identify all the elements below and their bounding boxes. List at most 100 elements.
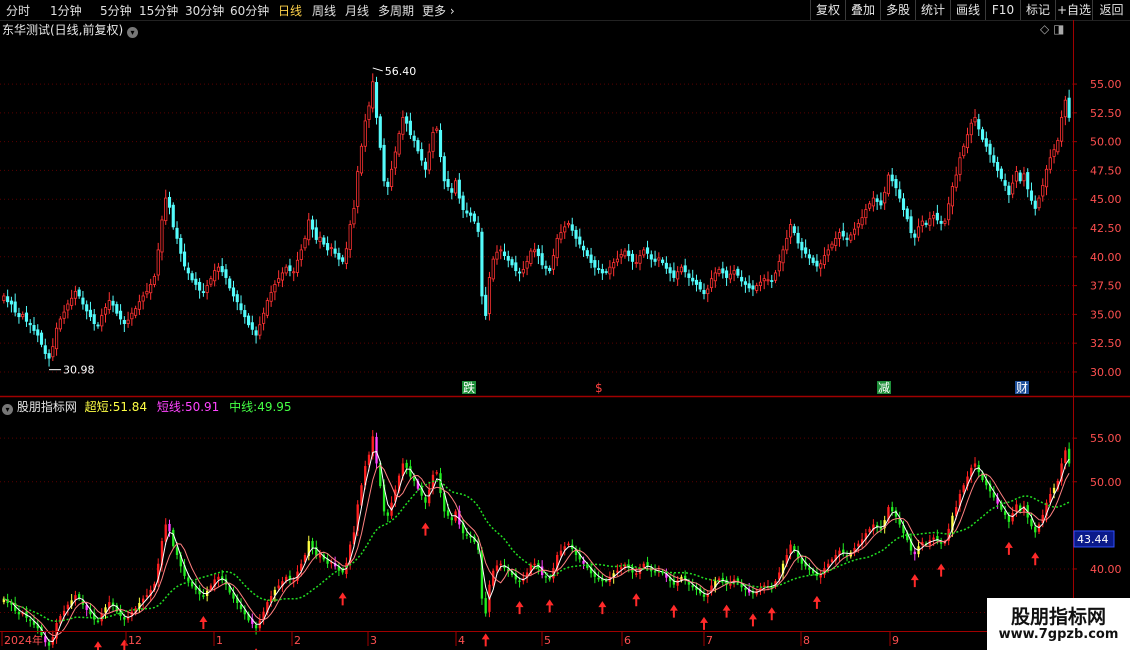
candle-body <box>525 261 529 269</box>
kline-chart[interactable]: 55.00 52.50 50.00 47.50 45.00 42.50 40.00 37.50… <box>0 0 1130 650</box>
indicator-bar <box>446 510 450 516</box>
candle-body <box>548 267 552 272</box>
candle-body <box>604 271 608 273</box>
indicator-bar <box>789 544 792 554</box>
candle-body <box>254 330 258 336</box>
legend-ultra-short-label: 超短: <box>84 400 113 414</box>
candle-body <box>213 270 217 282</box>
candle-body <box>642 249 646 256</box>
candle-body <box>6 296 10 303</box>
indicator-bar <box>857 543 860 547</box>
candle-body <box>243 310 247 318</box>
buy-arrow-icon <box>1031 552 1040 566</box>
chevron-down-icon[interactable]: ▾ <box>2 404 13 415</box>
candle-body <box>612 262 616 269</box>
candle-body <box>58 318 62 330</box>
candle-body <box>149 284 153 294</box>
candle-body <box>630 253 635 262</box>
candle-body <box>416 140 420 152</box>
indicator-bar <box>702 594 706 597</box>
candle-body <box>228 278 232 289</box>
event-marker: 跌 <box>463 380 475 395</box>
candle-body <box>224 269 228 278</box>
candle-body <box>947 203 951 221</box>
candle-body <box>182 251 187 267</box>
diamond-icon[interactable]: ◇ <box>1040 22 1049 36</box>
buy-arrow-icon <box>1004 541 1013 555</box>
candle-body <box>156 249 160 276</box>
candle-body <box>886 174 891 195</box>
buy-arrow-icon <box>700 616 709 630</box>
main-y-tick-label: 32.50 <box>1090 337 1122 350</box>
stock-title: 东华测试(日线,前复权) <box>2 23 124 37</box>
candle-body <box>657 257 661 261</box>
candle-body <box>423 161 428 170</box>
indicator-bar <box>413 477 416 481</box>
candle-body <box>755 285 759 291</box>
candle-body <box>186 267 190 274</box>
chevron-down-icon[interactable]: ▾ <box>127 27 139 38</box>
indicator-bar <box>465 534 469 536</box>
candle-body <box>326 243 330 251</box>
candle-body <box>868 203 872 209</box>
candle-body <box>773 272 778 281</box>
candle-body <box>822 255 827 265</box>
candle-body <box>21 313 25 318</box>
candle-body <box>996 161 1000 171</box>
candle-body <box>1018 172 1022 182</box>
candle-body <box>495 251 499 260</box>
candle-body <box>62 311 66 319</box>
current-price-label: 43.44 <box>1077 533 1109 546</box>
candle-body <box>566 223 571 226</box>
candle-body <box>145 290 149 295</box>
main-y-tick-label: 37.50 <box>1090 280 1122 293</box>
candle-body <box>457 179 461 199</box>
buy-arrow-icon <box>338 592 347 606</box>
candle-body <box>514 262 518 272</box>
x-axis-label: 5 <box>544 634 551 647</box>
candle-body <box>969 122 973 136</box>
main-y-tick-label: 50.00 <box>1090 136 1122 149</box>
candle-body <box>740 276 744 282</box>
mid-line <box>3 479 1070 622</box>
candle-body <box>589 254 593 263</box>
candle-body <box>860 217 864 226</box>
candle-body <box>352 208 356 225</box>
candle-body <box>954 174 958 188</box>
candle-body <box>743 281 747 285</box>
candle-body <box>691 277 695 282</box>
x-axis-label: 9 <box>892 634 899 647</box>
candle-body <box>977 119 981 130</box>
panel-toggle-icon[interactable]: ◨ <box>1053 22 1064 36</box>
indicator-bar <box>744 587 747 590</box>
candle-body <box>438 129 443 158</box>
candle-body <box>747 283 751 289</box>
legend-short-label: 短线: <box>156 400 185 414</box>
buy-arrow-icon <box>199 615 208 629</box>
candle-body <box>258 324 262 336</box>
candle-body <box>536 248 540 257</box>
candle-body <box>627 250 631 257</box>
candle-body <box>728 273 732 280</box>
candle-body <box>585 250 589 257</box>
candle-body <box>676 271 680 280</box>
candle-body <box>141 295 145 302</box>
candle-body <box>529 250 533 264</box>
indicator-bar <box>96 620 100 623</box>
candle-body <box>427 151 431 171</box>
candle-body <box>992 155 996 163</box>
legend-short-value: 50.91 <box>184 400 220 414</box>
candle-body <box>852 228 857 235</box>
candle-body <box>634 262 638 264</box>
indicator-bar <box>1030 519 1033 527</box>
candle-body <box>269 292 273 302</box>
candle-body <box>378 116 382 148</box>
indicator-bar <box>29 619 32 621</box>
candle-body <box>890 174 894 182</box>
candle-body <box>721 268 725 274</box>
candle-body <box>1048 157 1052 170</box>
candle-body <box>980 129 985 140</box>
main-y-tick-label: 55.00 <box>1090 78 1122 91</box>
candle-body <box>916 226 921 238</box>
indicator-bar <box>567 543 570 546</box>
